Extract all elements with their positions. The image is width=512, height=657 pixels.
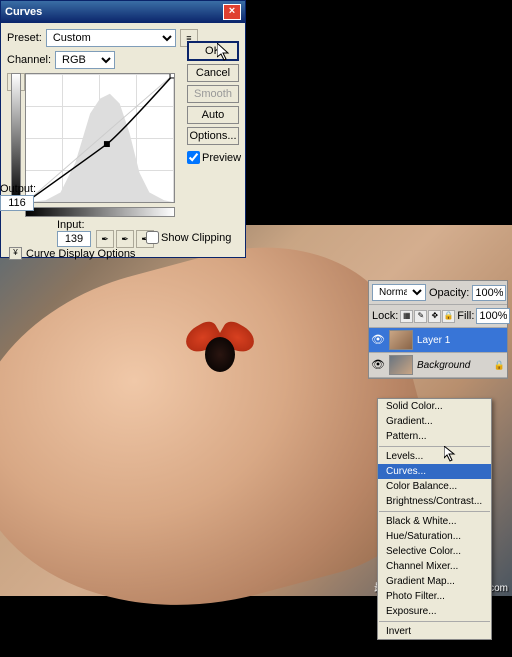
input-field[interactable] (57, 231, 91, 247)
menu-item-hue-saturation[interactable]: Hue/Saturation... (378, 529, 491, 544)
expand-options-icon[interactable]: ¥ (9, 247, 22, 260)
menu-item-photo-filter[interactable]: Photo Filter... (378, 589, 491, 604)
menu-separator (379, 446, 490, 447)
curve-display-options-label: Curve Display Options (26, 248, 135, 260)
input-label: Input: (57, 219, 91, 231)
preview-label: Preview (202, 152, 241, 164)
menu-item-invert[interactable]: Invert (378, 624, 491, 639)
eyedropper-gray-icon[interactable]: ✒ (116, 230, 134, 248)
channel-select[interactable]: RGB (55, 51, 115, 69)
dialog-title: Curves (5, 6, 42, 18)
menu-item-gradient-map[interactable]: Gradient Map... (378, 574, 491, 589)
options-button[interactable]: Options... (187, 127, 239, 145)
layer-name[interactable]: Background (417, 360, 470, 371)
layers-panel: Normal Opacity: Lock: ▦ ✎ ✥ 🔒 Fill: 👁 La… (368, 280, 508, 379)
preset-label: Preset: (7, 32, 42, 44)
eyedropper-black-icon[interactable]: ✒ (96, 230, 114, 248)
menu-item-pattern[interactable]: Pattern... (378, 429, 491, 444)
ok-button[interactable]: OK (187, 41, 239, 61)
menu-item-color-balance[interactable]: Color Balance... (378, 479, 491, 494)
input-gradient (25, 207, 175, 217)
lock-transparent-icon[interactable]: ▦ (400, 310, 413, 323)
smooth-button: Smooth (187, 85, 239, 103)
lock-icon: 🔒 (494, 360, 505, 371)
auto-button[interactable]: Auto (187, 106, 239, 124)
blend-mode-select[interactable]: Normal (372, 284, 426, 301)
cancel-button[interactable]: Cancel (187, 64, 239, 82)
adjustment-menu: Solid Color... Gradient... Pattern... Le… (377, 398, 492, 640)
output-field[interactable] (0, 195, 34, 211)
curve-line[interactable] (26, 74, 174, 202)
layer-thumbnail[interactable] (389, 330, 413, 350)
menu-item-gradient[interactable]: Gradient... (378, 414, 491, 429)
curves-dialog: Curves × Preset: Custom ≡ Channel: RGB ∿… (0, 0, 246, 258)
lock-pixels-icon[interactable]: ✎ (414, 310, 427, 323)
show-clipping-checkbox[interactable] (146, 231, 159, 244)
menu-item-brightness-contrast[interactable]: Brightness/Contrast... (378, 494, 491, 509)
preset-select[interactable]: Custom (46, 29, 176, 47)
lock-position-icon[interactable]: ✥ (428, 310, 441, 323)
lock-label: Lock: (372, 310, 398, 322)
opacity-label: Opacity: (429, 287, 469, 299)
close-button[interactable]: × (223, 4, 241, 20)
layer-thumbnail[interactable] (389, 355, 413, 375)
menu-separator (379, 621, 490, 622)
menu-item-channel-mixer[interactable]: Channel Mixer... (378, 559, 491, 574)
channel-label: Channel: (7, 54, 51, 66)
preview-checkbox[interactable] (187, 151, 200, 164)
titlebar[interactable]: Curves × (1, 1, 245, 23)
visibility-icon[interactable]: 👁 (371, 333, 385, 347)
visibility-icon[interactable]: 👁 (371, 358, 385, 372)
layer-row[interactable]: 👁 Background 🔒 (369, 353, 507, 378)
layer-row[interactable]: 👁 Layer 1 (369, 328, 507, 353)
menu-separator (379, 511, 490, 512)
menu-item-solid-color[interactable]: Solid Color... (378, 399, 491, 414)
output-label: Output: (0, 183, 36, 195)
lock-all-icon[interactable]: 🔒 (442, 310, 455, 323)
layer-name[interactable]: Layer 1 (417, 335, 450, 346)
menu-item-curves[interactable]: Curves... (378, 464, 491, 479)
menu-item-levels[interactable]: Levels... (378, 449, 491, 464)
menu-item-exposure[interactable]: Exposure... (378, 604, 491, 619)
ladybug (190, 325, 250, 375)
show-clipping-label: Show Clipping (161, 232, 231, 244)
fill-label: Fill: (457, 310, 474, 322)
curves-graph[interactable] (25, 73, 175, 203)
fill-field[interactable] (476, 308, 510, 324)
menu-item-black-white[interactable]: Black & White... (378, 514, 491, 529)
menu-item-selective-color[interactable]: Selective Color... (378, 544, 491, 559)
cursor-icon (444, 446, 456, 462)
opacity-field[interactable] (472, 285, 506, 301)
